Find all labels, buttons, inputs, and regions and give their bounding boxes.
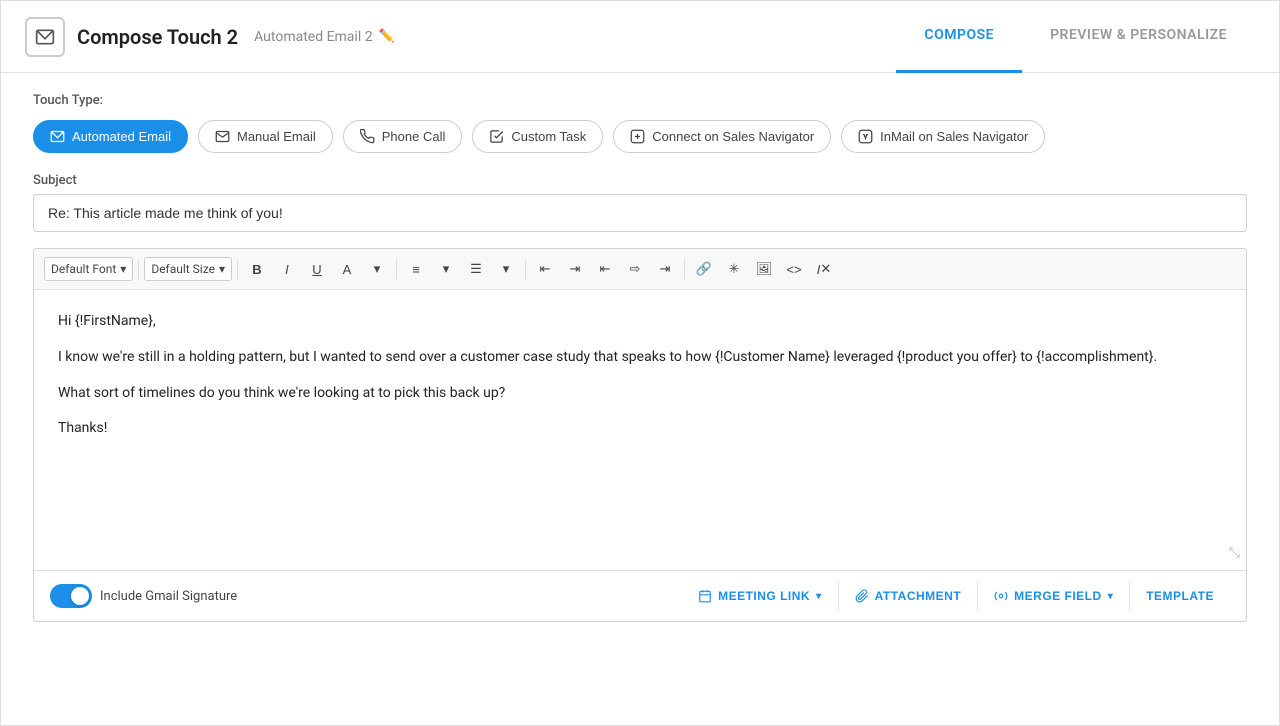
bold-button[interactable]: B — [243, 255, 271, 283]
header: Compose Touch 2 Automated Email 2 ✏️ COM… — [1, 1, 1279, 73]
subject-input[interactable] — [33, 194, 1247, 232]
font-color-chevron[interactable]: ▾ — [363, 255, 391, 283]
subject-section: Subject — [33, 173, 1247, 232]
font-color-button[interactable]: A — [333, 255, 361, 283]
font-size-select[interactable]: Default Size ▾ — [144, 257, 232, 281]
editor-line-3: What sort of timelines do you think we'r… — [58, 382, 1222, 406]
touch-btn-automated-email[interactable]: Automated Email — [33, 120, 188, 153]
editor-toolbar: Default Font ▾ Default Size ▾ B I U A ▾ … — [34, 249, 1246, 290]
touch-btn-connect-sales-nav[interactable]: Connect on Sales Navigator — [613, 120, 831, 153]
meeting-link-chevron: ▾ — [816, 591, 822, 602]
header-left: Compose Touch 2 Automated Email 2 ✏️ — [25, 17, 395, 57]
tab-preview[interactable]: PREVIEW & PERSONALIZE — [1022, 1, 1255, 73]
merge-field-label: MERGE FIELD — [1014, 589, 1102, 603]
template-button[interactable]: TEMPLATE — [1129, 581, 1230, 611]
ordered-list-button[interactable]: ≡ — [402, 255, 430, 283]
compose-touch-icon — [25, 17, 65, 57]
touch-type-row: Automated Email Manual Email Phone Call — [33, 120, 1247, 153]
resize-handle[interactable]: ⤡ — [1229, 542, 1240, 566]
code-button[interactable]: <> — [780, 255, 808, 283]
edit-icon[interactable]: ✏️ — [379, 29, 395, 44]
touch-btn-automated-email-label: Automated Email — [72, 129, 171, 144]
align-center-button[interactable]: ⇨ — [621, 255, 649, 283]
underline-button[interactable]: U — [303, 255, 331, 283]
ordered-list-chevron[interactable]: ▾ — [432, 255, 460, 283]
merge-field-chevron: ▾ — [1108, 591, 1114, 602]
meeting-link-label: MEETING LINK — [718, 589, 810, 603]
align-right-button[interactable]: ⇥ — [651, 255, 679, 283]
toolbar-sep-4 — [525, 259, 526, 279]
touch-btn-inmail-sales-nav-label: InMail on Sales Navigator — [880, 129, 1028, 144]
touch-btn-connect-sales-nav-label: Connect on Sales Navigator — [652, 129, 814, 144]
gmail-signature-toggle-wrapper: Include Gmail Signature — [50, 584, 237, 608]
italic-button[interactable]: I — [273, 255, 301, 283]
editor-line-4: Thanks! — [58, 417, 1222, 441]
touch-btn-manual-email[interactable]: Manual Email — [198, 120, 333, 153]
touch-btn-phone-call[interactable]: Phone Call — [343, 120, 463, 153]
editor-container: Default Font ▾ Default Size ▾ B I U A ▾ … — [33, 248, 1247, 622]
page-title: Compose Touch 2 — [77, 25, 238, 49]
touch-btn-custom-task[interactable]: Custom Task — [472, 120, 603, 153]
footer-left: Include Gmail Signature — [50, 584, 237, 608]
toolbar-sep-1 — [138, 259, 139, 279]
touch-type-label: Touch Type: — [33, 93, 1247, 108]
merge-field-icon — [994, 589, 1008, 603]
main-content: Touch Type: Automated Email Manual Email — [1, 73, 1279, 725]
editor-footer: Include Gmail Signature MEETING LINK ▾ — [34, 570, 1246, 621]
merge-field-button[interactable]: MERGE FIELD ▾ — [977, 581, 1129, 611]
footer-right: MEETING LINK ▾ ATTACHMENT — [682, 581, 1230, 611]
toggle-knob — [71, 587, 89, 605]
subject-label: Subject — [33, 173, 1247, 188]
editor-body[interactable]: Hi {!FirstName}, I know we're still in a… — [34, 290, 1246, 570]
touch-btn-inmail-sales-nav[interactable]: InMail on Sales Navigator — [841, 120, 1045, 153]
touch-btn-custom-task-label: Custom Task — [511, 129, 586, 144]
editor-line-1: Hi {!FirstName}, — [58, 310, 1222, 334]
header-subtitle-area: Automated Email 2 ✏️ — [254, 29, 395, 45]
indent-left-button[interactable]: ⇤ — [531, 255, 559, 283]
image-button[interactable]: 🖼 — [750, 255, 778, 283]
clear-format-button[interactable]: I✕ — [810, 255, 838, 283]
font-family-select[interactable]: Default Font ▾ — [44, 257, 133, 281]
touch-btn-manual-email-label: Manual Email — [237, 129, 316, 144]
unordered-list-chevron[interactable]: ▾ — [492, 255, 520, 283]
unordered-list-button[interactable]: ☰ — [462, 255, 490, 283]
gmail-signature-label: Include Gmail Signature — [100, 589, 237, 604]
meeting-link-button[interactable]: MEETING LINK ▾ — [682, 581, 838, 611]
toolbar-sep-5 — [684, 259, 685, 279]
align-left-button[interactable]: ⇤ — [591, 255, 619, 283]
header-nav: COMPOSE PREVIEW & PERSONALIZE — [896, 1, 1255, 73]
attachment-label: ATTACHMENT — [875, 589, 962, 603]
attachment-button[interactable]: ATTACHMENT — [838, 581, 978, 611]
link-button[interactable]: 🔗 — [690, 255, 718, 283]
touch-btn-phone-call-label: Phone Call — [382, 129, 446, 144]
toolbar-sep-2 — [237, 259, 238, 279]
subtitle-text: Automated Email 2 — [254, 29, 372, 45]
toolbar-sep-3 — [396, 259, 397, 279]
attachment-icon — [855, 589, 869, 603]
tab-compose[interactable]: COMPOSE — [896, 1, 1022, 73]
template-label: TEMPLATE — [1146, 589, 1214, 603]
meeting-link-icon — [698, 589, 712, 603]
indent-right-button[interactable]: ⇥ — [561, 255, 589, 283]
gmail-signature-toggle[interactable] — [50, 584, 92, 608]
special-char-button[interactable]: ✳ — [720, 255, 748, 283]
editor-line-2: I know we're still in a holding pattern,… — [58, 346, 1222, 370]
